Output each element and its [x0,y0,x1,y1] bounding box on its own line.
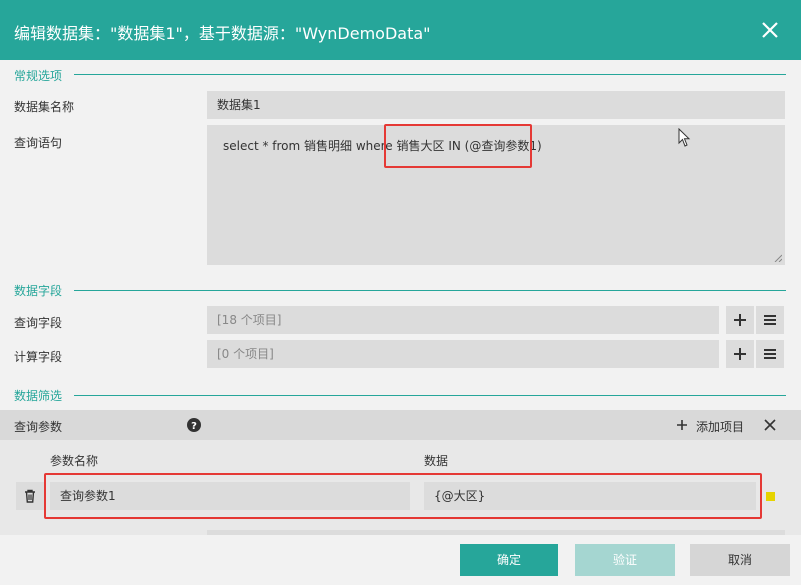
section-fields-title: 数据字段 [14,284,63,298]
query-fields-label: 查询字段 [14,316,63,330]
calc-fields-list-button[interactable] [756,340,784,368]
delete-row-button[interactable] [16,482,44,510]
query-fields-input[interactable]: [18 个项目] [207,306,719,334]
dialog-title: 编辑数据集："数据集1"，基于数据源："WynDemoData" [14,24,431,43]
query-params-label: 查询参数 [14,420,63,434]
menu-icon [764,315,776,325]
query-params-header: 查询参数 ? 添加项目 [0,410,801,440]
calc-fields-input[interactable]: [0 个项目] [207,340,719,368]
add-item-button[interactable]: 添加项目 [676,418,744,435]
dataset-name-input[interactable]: 数据集1 [207,91,785,119]
add-item-label: 添加项目 [696,420,745,434]
highlight-box-query [384,124,532,168]
section-general-title: 常规选项 [14,69,63,83]
trash-icon [25,489,35,503]
plus-icon [734,348,746,360]
mouse-cursor-icon [678,128,691,147]
dataset-name-label: 数据集名称 [14,100,75,114]
section-divider [74,74,786,75]
dialog-footer: 确定 验证 取消 [0,535,801,585]
highlight-box-params [44,473,762,519]
query-statement-label: 查询语句 [14,136,63,150]
validate-button[interactable]: 验证 [575,544,675,576]
column-header-data: 数据 [424,454,449,468]
dialog-titlebar: 编辑数据集："数据集1"，基于数据源："WynDemoData" [0,0,801,60]
status-indicator [766,492,775,501]
plus-icon [677,420,687,430]
close-icon[interactable] [758,18,782,42]
column-header-param-name: 参数名称 [50,454,99,468]
section-divider [74,290,786,291]
help-icon[interactable]: ? [187,418,201,432]
plus-icon [734,314,746,326]
ok-button[interactable]: 确定 [460,544,558,576]
cancel-button[interactable]: 取消 [690,544,790,576]
resize-handle-icon[interactable] [774,254,782,262]
section-filter-title: 数据筛选 [14,389,63,403]
query-fields-list-button[interactable] [756,306,784,334]
section-divider [74,395,786,396]
add-query-field-button[interactable] [726,306,754,334]
add-calc-field-button[interactable] [726,340,754,368]
query-params-table: 参数名称 数据 查询参数1 {@大区} [0,440,801,535]
calc-fields-label: 计算字段 [14,350,63,364]
svg-text:?: ? [191,421,197,432]
menu-icon [764,349,776,359]
close-icon[interactable] [764,419,776,431]
